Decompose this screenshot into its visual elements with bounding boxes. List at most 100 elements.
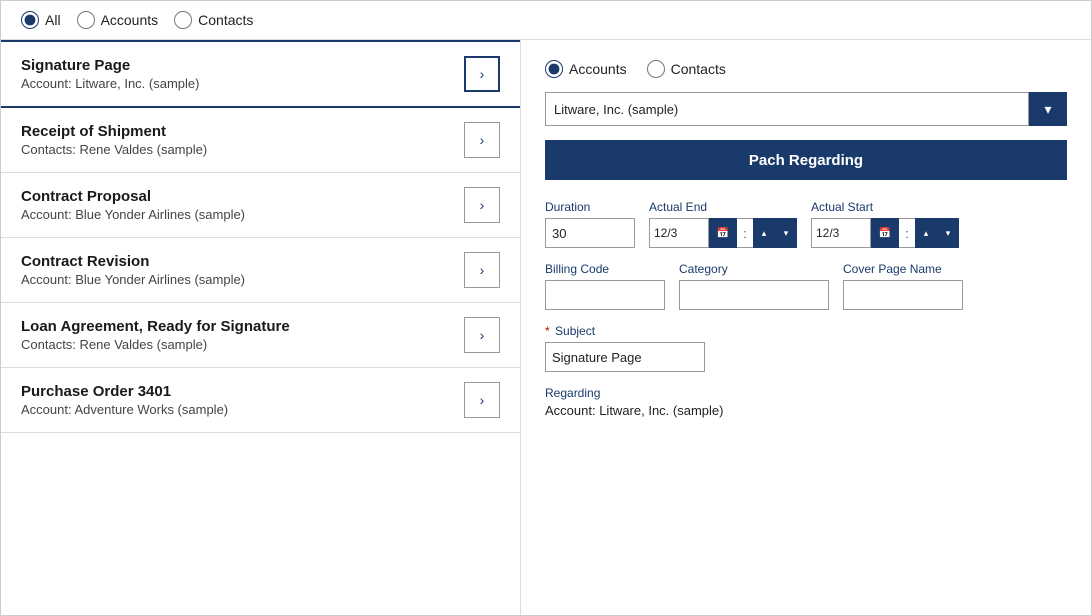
- right-radio-accounts[interactable]: Accounts: [545, 60, 627, 78]
- cover-page-name-input[interactable]: [843, 280, 963, 310]
- item-sub: Account: Blue Yonder Airlines (sample): [21, 207, 245, 222]
- category-field-group: Category: [679, 262, 829, 310]
- list-item-content: Contract Revision Account: Blue Yonder A…: [21, 253, 245, 287]
- chevron-right-icon: ›: [480, 262, 485, 278]
- chevron-right-icon: ›: [480, 132, 485, 148]
- radio-accounts-input[interactable]: [77, 11, 95, 29]
- actual-start-date-group: 📅 : ▴ ▾: [811, 218, 959, 248]
- time-separator: :: [899, 218, 915, 248]
- right-radio-accounts-input[interactable]: [545, 60, 563, 78]
- regarding-section: Regarding Account: Litware, Inc. (sample…: [545, 386, 1067, 418]
- actual-end-label: Actual End: [649, 200, 797, 214]
- list-item-content: Signature Page Account: Litware, Inc. (s…: [21, 57, 199, 91]
- dropdown-button[interactable]: ▾: [1029, 92, 1067, 126]
- radio-accounts-label: Accounts: [101, 12, 159, 28]
- list-item[interactable]: Signature Page Account: Litware, Inc. (s…: [1, 40, 520, 108]
- category-input[interactable]: [679, 280, 829, 310]
- duration-input[interactable]: [545, 218, 635, 248]
- chevron-up-icon: ▴: [924, 228, 929, 239]
- actual-start-calendar-button[interactable]: 📅: [871, 218, 899, 248]
- radio-accounts[interactable]: Accounts: [77, 11, 159, 29]
- actual-end-time-button[interactable]: ▴: [753, 218, 775, 248]
- duration-label: Duration: [545, 200, 635, 214]
- cover-page-name-label: Cover Page Name: [843, 262, 963, 276]
- top-bar: All Accounts Contacts: [1, 1, 1091, 40]
- duration-field-group: Duration: [545, 200, 635, 248]
- category-label: Category: [679, 262, 829, 276]
- right-radio-contacts[interactable]: Contacts: [647, 60, 726, 78]
- actual-start-time-down-button[interactable]: ▾: [937, 218, 959, 248]
- item-title: Signature Page: [21, 57, 199, 74]
- regarding-value: Account: Litware, Inc. (sample): [545, 403, 1067, 418]
- account-dropdown[interactable]: Litware, Inc. (sample): [545, 92, 1029, 126]
- chevron-button[interactable]: ›: [464, 382, 500, 418]
- item-sub: Account: Adventure Works (sample): [21, 402, 228, 417]
- regarding-label: Regarding: [545, 386, 1067, 400]
- chevron-down-icon: ▾: [1044, 101, 1051, 118]
- actual-end-calendar-button[interactable]: 📅: [709, 218, 737, 248]
- item-title: Purchase Order 3401: [21, 383, 228, 400]
- item-sub: Contacts: Rene Valdes (sample): [21, 337, 290, 352]
- actual-start-label: Actual Start: [811, 200, 959, 214]
- radio-all-input[interactable]: [21, 11, 39, 29]
- subject-label: Subject: [555, 324, 595, 338]
- actual-end-date-input[interactable]: [649, 218, 709, 248]
- list-item[interactable]: Purchase Order 3401 Account: Adventure W…: [1, 368, 520, 433]
- date-fields-row: Duration Actual End 📅 : ▴: [545, 200, 1067, 248]
- chevron-button[interactable]: ›: [464, 187, 500, 223]
- radio-all-label: All: [45, 12, 61, 28]
- chevron-right-icon: ›: [480, 197, 485, 213]
- right-radio-contacts-input[interactable]: [647, 60, 665, 78]
- chevron-button[interactable]: ›: [464, 56, 500, 92]
- chevron-down-icon: ▾: [946, 228, 951, 239]
- patch-regarding-button[interactable]: Pach Regarding: [545, 140, 1067, 180]
- list-item[interactable]: Contract Revision Account: Blue Yonder A…: [1, 238, 520, 303]
- billing-code-field-group: Billing Code: [545, 262, 665, 310]
- filter-radio-group: All Accounts Contacts: [21, 11, 253, 29]
- chevron-up-icon: ▴: [762, 228, 767, 239]
- item-sub: Account: Blue Yonder Airlines (sample): [21, 272, 245, 287]
- list-item[interactable]: Receipt of Shipment Contacts: Rene Valde…: [1, 108, 520, 173]
- dropdown-row: Litware, Inc. (sample) ▾: [545, 92, 1067, 126]
- chevron-down-icon: ▾: [784, 228, 789, 239]
- list-item[interactable]: Loan Agreement, Ready for Signature Cont…: [1, 303, 520, 368]
- billing-fields-row: Billing Code Category Cover Page Name: [545, 262, 1067, 310]
- calendar-icon: 📅: [717, 228, 729, 239]
- time-separator: :: [737, 218, 753, 248]
- radio-contacts-label: Contacts: [198, 12, 253, 28]
- right-radio-accounts-label: Accounts: [569, 61, 627, 77]
- actual-end-time-down-button[interactable]: ▾: [775, 218, 797, 248]
- chevron-button[interactable]: ›: [464, 122, 500, 158]
- list-item-content: Loan Agreement, Ready for Signature Cont…: [21, 318, 290, 352]
- radio-all[interactable]: All: [21, 11, 61, 29]
- billing-code-label: Billing Code: [545, 262, 665, 276]
- item-sub: Contacts: Rene Valdes (sample): [21, 142, 207, 157]
- radio-contacts[interactable]: Contacts: [174, 11, 253, 29]
- subject-row: * Subject: [545, 324, 1067, 372]
- radio-contacts-input[interactable]: [174, 11, 192, 29]
- billing-code-input[interactable]: [545, 280, 665, 310]
- item-title: Contract Proposal: [21, 188, 245, 205]
- chevron-button[interactable]: ›: [464, 252, 500, 288]
- list-item-content: Purchase Order 3401 Account: Adventure W…: [21, 383, 228, 417]
- left-panel: Signature Page Account: Litware, Inc. (s…: [1, 40, 521, 615]
- actual-start-time-button[interactable]: ▴: [915, 218, 937, 248]
- content-area: Signature Page Account: Litware, Inc. (s…: [1, 40, 1091, 615]
- list-item[interactable]: Contract Proposal Account: Blue Yonder A…: [1, 173, 520, 238]
- chevron-right-icon: ›: [480, 327, 485, 343]
- list-item-content: Receipt of Shipment Contacts: Rene Valde…: [21, 123, 207, 157]
- item-title: Loan Agreement, Ready for Signature: [21, 318, 290, 335]
- actual-end-field-group: Actual End 📅 : ▴ ▾: [649, 200, 797, 248]
- actual-end-date-group: 📅 : ▴ ▾: [649, 218, 797, 248]
- subject-label-row: * Subject: [545, 324, 1067, 338]
- item-sub: Account: Litware, Inc. (sample): [21, 76, 199, 91]
- item-title: Contract Revision: [21, 253, 245, 270]
- chevron-button[interactable]: ›: [464, 317, 500, 353]
- right-panel: Accounts Contacts Litware, Inc. (sample)…: [521, 40, 1091, 615]
- actual-start-date-input[interactable]: [811, 218, 871, 248]
- right-radio-group: Accounts Contacts: [545, 60, 1067, 78]
- subject-input[interactable]: [545, 342, 705, 372]
- calendar-icon: 📅: [879, 228, 891, 239]
- right-radio-contacts-label: Contacts: [671, 61, 726, 77]
- actual-start-field-group: Actual Start 📅 : ▴ ▾: [811, 200, 959, 248]
